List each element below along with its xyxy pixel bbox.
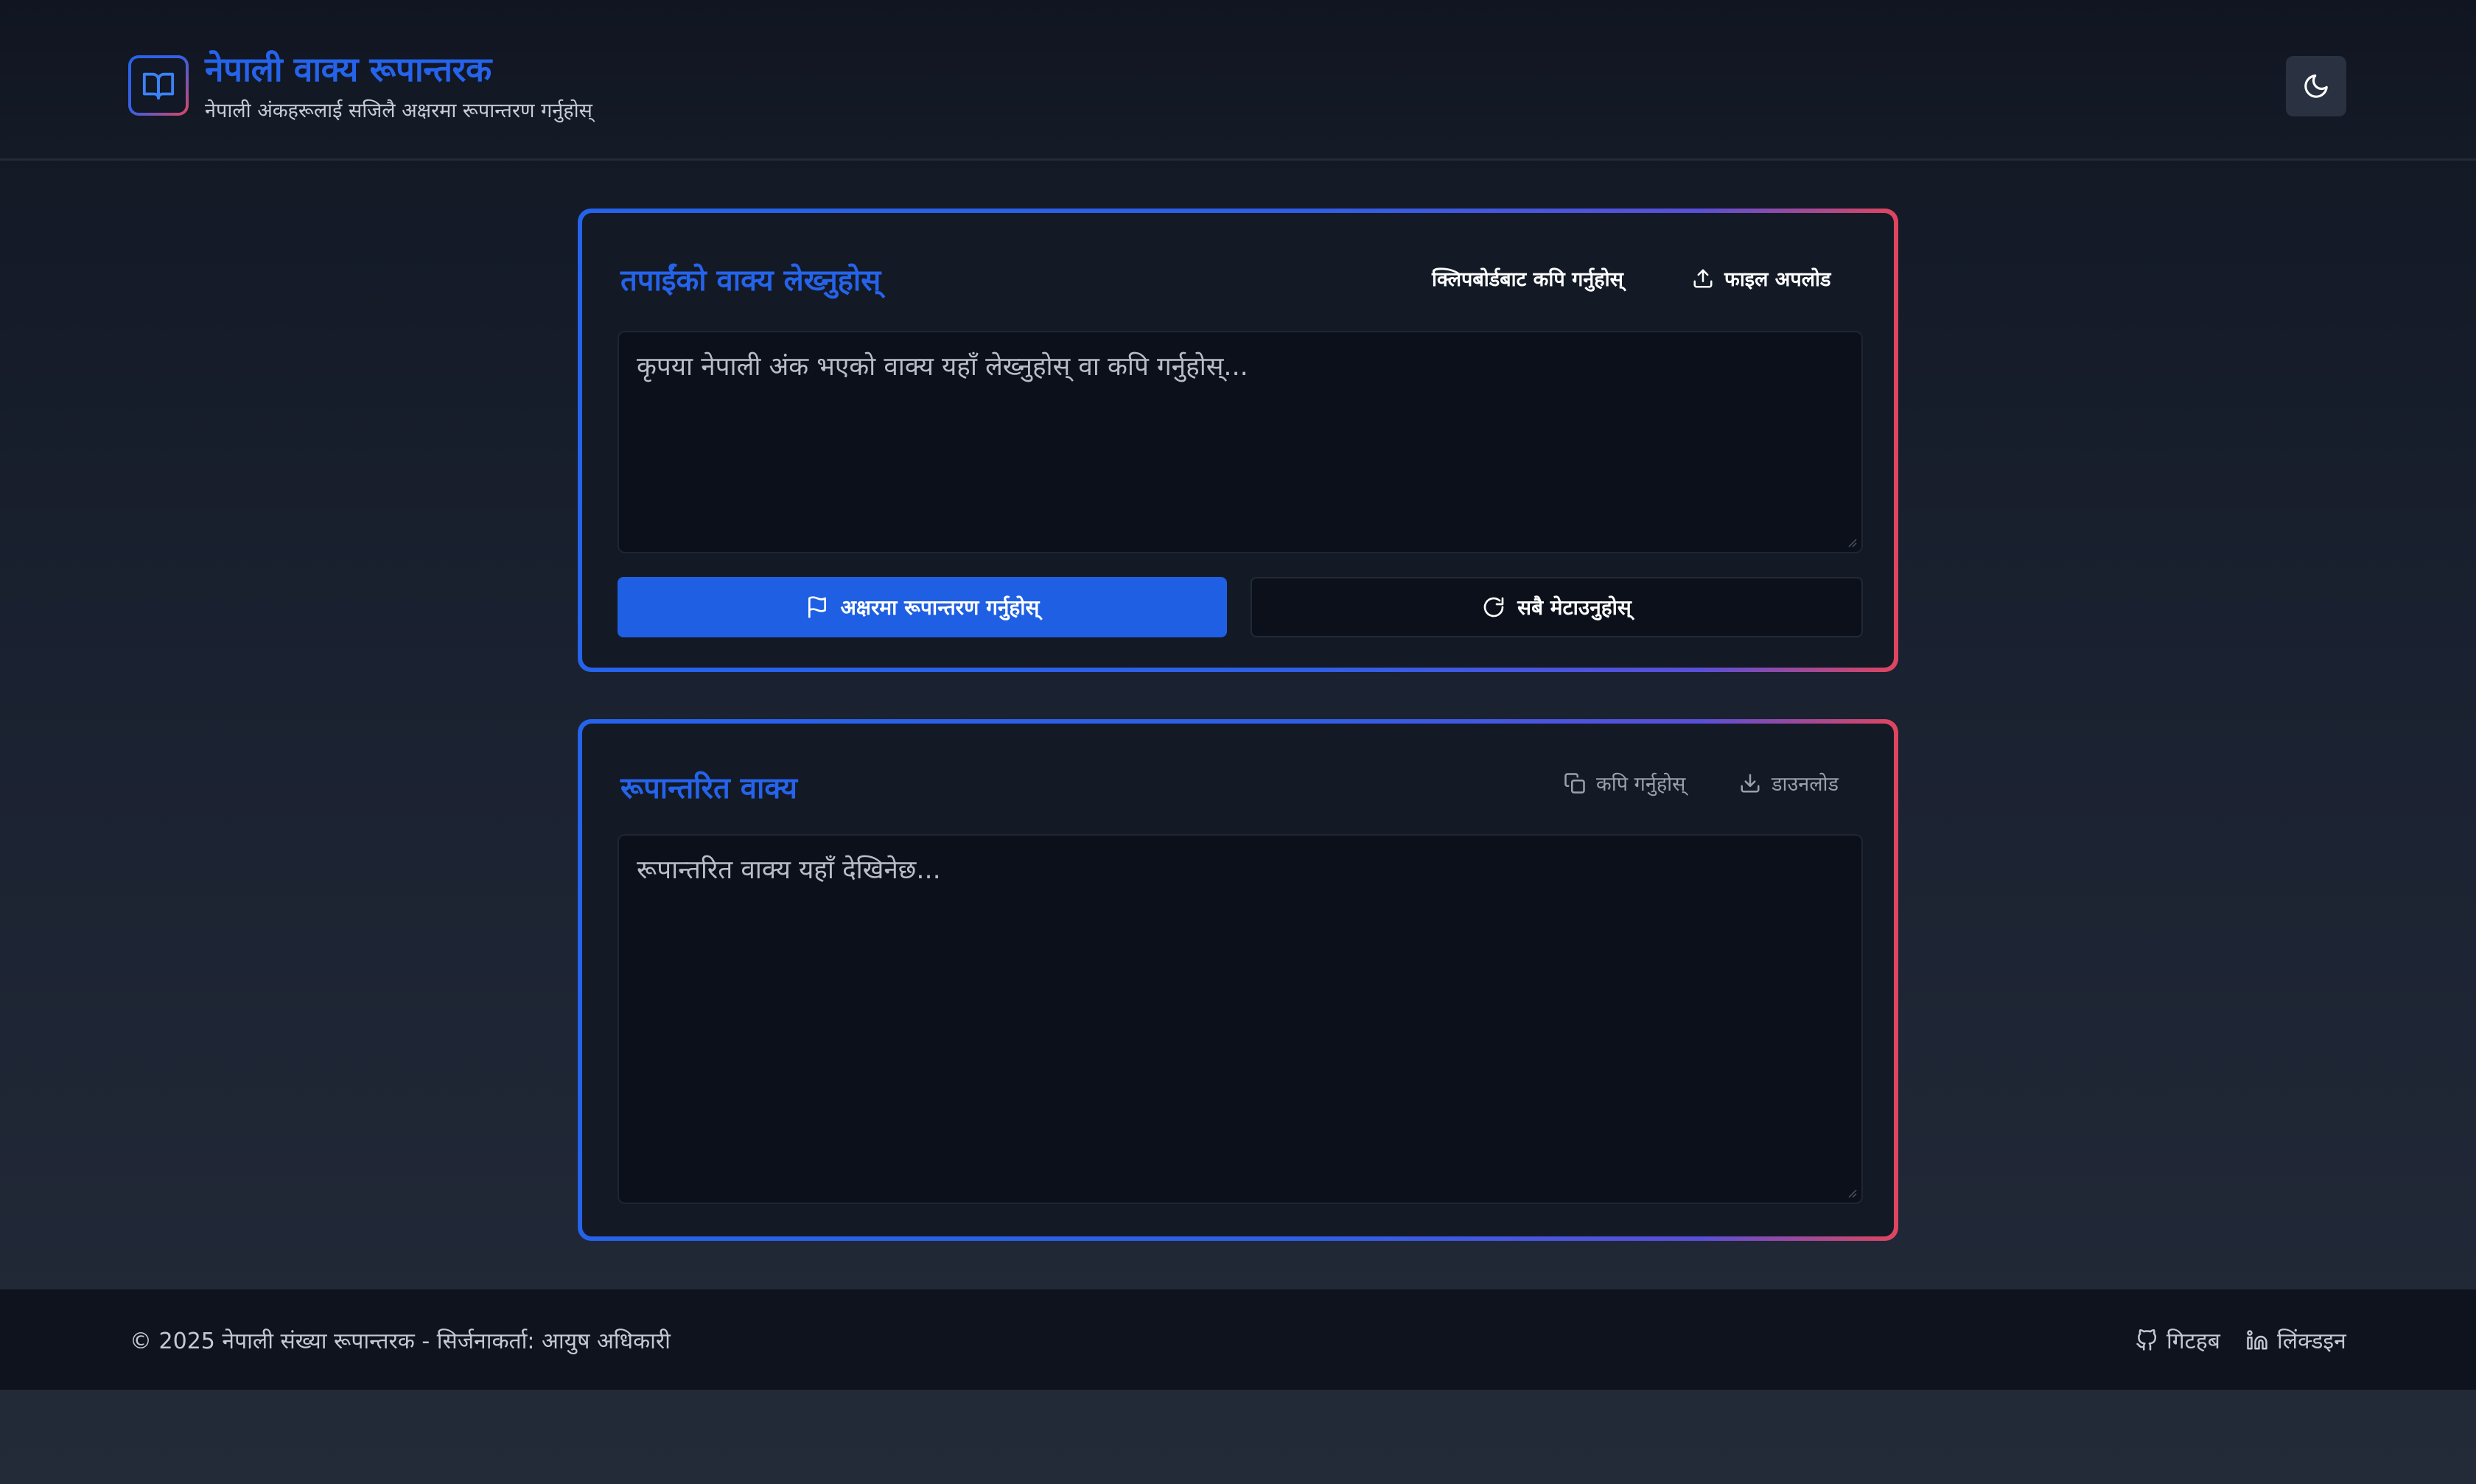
convert-label: अक्षरमा रूपान्तरण गर्नुहोस्: [840, 595, 1040, 620]
input-card: तपाईंको वाक्य लेख्नुहोस् क्लिपबोर्डबाट क…: [578, 209, 1898, 672]
copy-output-button[interactable]: कपि गर्नुहोस्: [1564, 769, 1685, 797]
download-icon: [1741, 774, 1760, 792]
upload-icon: [1693, 269, 1713, 287]
output-card: रूपान्तरित वाक्य कपि गर्नुहोस् डाउनलोड र…: [578, 719, 1898, 1241]
resize-handle-icon[interactable]: [1845, 536, 1857, 547]
flag-icon: [808, 596, 826, 618]
download-output-button[interactable]: डाउनलोड: [1739, 769, 1839, 797]
theme-toggle-button[interactable]: [2286, 56, 2346, 116]
file-upload-button[interactable]: फाइल अपलोड: [1692, 265, 1830, 292]
input-card-title: तपाईंको वाक्य लेख्नुहोस्: [620, 264, 881, 298]
convert-button[interactable]: अक्षरमा रूपान्तरण गर्नुहोस्: [618, 577, 1227, 637]
app-subtitle: नेपाली अंकहरूलाई सजिलै अक्षरमा रूपान्तरण…: [205, 99, 592, 122]
linkedin-link[interactable]: लिंक्डइन: [2246, 1325, 2346, 1355]
paste-from-clipboard-button[interactable]: क्लिपबोर्डबाट कपि गर्नुहोस्: [1432, 265, 1623, 292]
clear-label: सबै मेटाउनुहोस्: [1517, 595, 1632, 620]
input-textarea[interactable]: कृपया नेपाली अंक भएको वाक्य यहाँ लेख्नुह…: [618, 331, 1863, 553]
linkedin-label: लिंक्डइन: [2277, 1329, 2346, 1354]
github-icon: [2136, 1329, 2157, 1351]
input-placeholder: कृपया नेपाली अंक भएको वाक्य यहाँ लेख्नुह…: [637, 352, 1248, 382]
app-header: नेपाली वाक्य रूपान्तरक नेपाली अंकहरूलाई …: [0, 0, 2476, 161]
app-title: नेपाली वाक्य रूपान्तरक: [205, 49, 492, 89]
book-icon: [142, 72, 175, 100]
output-textarea[interactable]: रूपान्तरित वाक्य यहाँ देखिनेछ...: [618, 834, 1863, 1204]
refresh-icon: [1483, 597, 1504, 617]
upload-label: फाइल अपलोड: [1724, 268, 1831, 291]
copyright-text: © 2025 नेपाली संख्या रूपान्तरक - सिर्जना…: [130, 1329, 671, 1354]
moon-icon: [2304, 74, 2328, 98]
copy-label: कपि गर्नुहोस्: [1596, 773, 1686, 796]
linkedin-icon: [2247, 1329, 2267, 1349]
resize-handle-icon[interactable]: [1845, 1186, 1857, 1198]
output-placeholder: रूपान्तरित वाक्य यहाँ देखिनेछ...: [637, 855, 941, 885]
page-footer: © 2025 नेपाली संख्या रूपान्तरक - सिर्जना…: [0, 1289, 2476, 1390]
download-label: डाउनलोड: [1772, 773, 1839, 796]
copy-icon: [1564, 772, 1585, 794]
github-label: गिटहब: [2166, 1329, 2220, 1354]
clear-all-button[interactable]: सबै मेटाउनुहोस्: [1251, 577, 1863, 637]
app-logo: [128, 55, 189, 116]
output-card-title: रूपान्तरित वाक्य: [620, 771, 797, 805]
github-link[interactable]: गिटहब: [2136, 1325, 2220, 1355]
paste-label: क्लिपबोर्डबाट कपि गर्नुहोस्: [1432, 268, 1623, 291]
